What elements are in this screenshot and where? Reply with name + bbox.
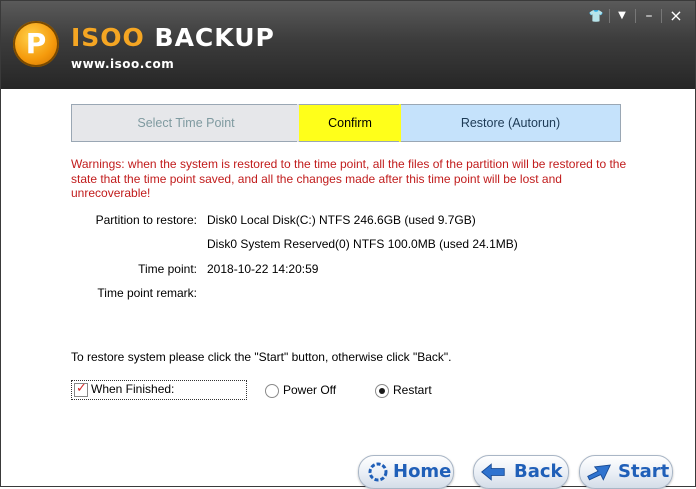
- menu-icon[interactable]: ▼: [611, 7, 633, 25]
- minimize-icon[interactable]: –: [638, 7, 660, 25]
- power-off-label[interactable]: Power Off: [283, 383, 336, 397]
- title-bar: P ISOO BACKUP www.isoo.com 👕 ▼ – ×: [1, 1, 695, 89]
- power-off-radio[interactable]: [265, 384, 279, 398]
- restart-radio[interactable]: [375, 384, 389, 398]
- start-arrow-icon: [587, 464, 611, 481]
- partition-label: Partition to restore:: [95, 213, 197, 227]
- back-button[interactable]: Back: [473, 455, 569, 489]
- restart-label[interactable]: Restart: [393, 383, 432, 397]
- start-button-label: Start: [618, 461, 670, 482]
- checkbox[interactable]: ✓: [74, 381, 88, 397]
- step-label: Confirm: [328, 116, 372, 130]
- brand-name: ISOO BACKUP: [71, 23, 275, 53]
- back-arrow-icon: [481, 463, 505, 481]
- shirt-icon[interactable]: 👕: [585, 7, 607, 25]
- back-button-label: Back: [514, 461, 563, 482]
- remark-label: Time point remark:: [97, 286, 197, 300]
- when-finished-label: When Finished:: [91, 382, 175, 396]
- control-separator: [635, 9, 636, 23]
- time-point-label: Time point:: [138, 262, 197, 276]
- step-label: Select Time Point: [137, 116, 235, 130]
- time-point-value: 2018-10-22 14:20:59: [207, 262, 319, 276]
- step-label: Restore (Autorun): [460, 116, 561, 130]
- wizard-steps: Select Time Point Confirm Restore (Autor…: [71, 104, 622, 142]
- control-separator: [609, 9, 610, 23]
- warning-message: Warnings: when the system is restored to…: [71, 157, 627, 200]
- brand-url: www.isoo.com: [71, 57, 175, 71]
- logo-letter: P: [25, 27, 47, 60]
- app-window: P ISOO BACKUP www.isoo.com 👕 ▼ – × Selec…: [0, 0, 696, 489]
- check-icon: ✓: [76, 381, 87, 396]
- home-button[interactable]: Home: [358, 455, 454, 489]
- home-refresh-icon: [368, 462, 388, 482]
- when-finished-checkbox[interactable]: ✓ When Finished:: [71, 380, 247, 400]
- step-select-time-point: Select Time Point: [71, 104, 300, 142]
- partition-value: Disk0 Local Disk(C:) NTFS 246.6GB (used …: [207, 213, 476, 227]
- step-confirm: Confirm: [299, 104, 401, 142]
- isoo-logo-icon: P: [13, 21, 59, 67]
- brand-prefix: ISOO: [71, 23, 145, 52]
- step-restore-autorun: Restore (Autorun): [401, 104, 621, 142]
- radio-selected-dot: [379, 388, 385, 394]
- instruction-text: To restore system please click the "Star…: [71, 350, 452, 364]
- control-separator: [661, 9, 662, 23]
- partition-value: Disk0 System Reserved(0) NTFS 100.0MB (u…: [207, 237, 518, 251]
- close-icon[interactable]: ×: [665, 7, 687, 25]
- start-button[interactable]: Start: [579, 455, 673, 489]
- home-button-label: Home: [393, 461, 452, 482]
- brand-suffix: BACKUP: [154, 23, 275, 52]
